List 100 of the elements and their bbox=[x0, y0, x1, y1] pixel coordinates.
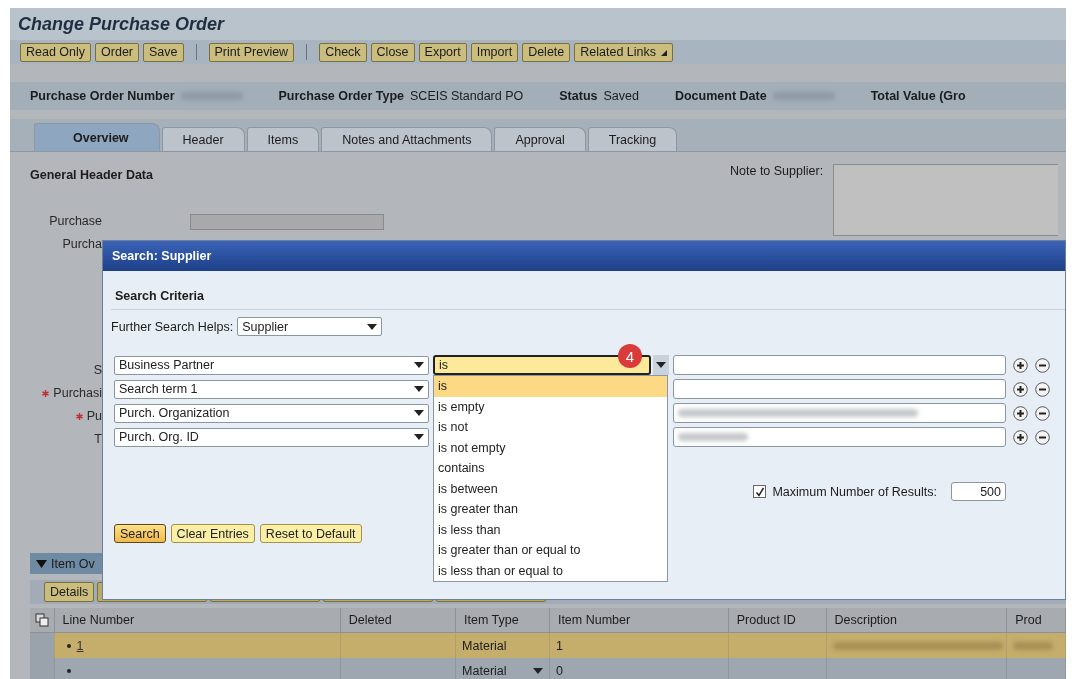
dropdown-option[interactable]: is empty bbox=[434, 396, 667, 417]
tab[interactable]: Overview bbox=[34, 123, 160, 151]
header-label: Status bbox=[559, 89, 598, 103]
tab[interactable]: Header bbox=[161, 127, 245, 151]
tab[interactable]: Approval bbox=[494, 127, 586, 151]
header-value: Saved bbox=[603, 89, 639, 103]
input-field[interactable] bbox=[190, 214, 384, 230]
tab[interactable]: Tracking bbox=[587, 127, 678, 151]
table-cell bbox=[1007, 658, 1066, 679]
toolbar-button[interactable]: Print Preview bbox=[208, 42, 295, 62]
select-all-icon[interactable] bbox=[35, 613, 49, 627]
dropdown-arrow-icon bbox=[414, 386, 424, 392]
dropdown-option[interactable]: contains bbox=[434, 458, 667, 479]
cell-text: Material bbox=[462, 663, 507, 678]
header-label: Document Date bbox=[674, 89, 767, 103]
add-icon[interactable] bbox=[1013, 405, 1028, 421]
remove-icon[interactable] bbox=[1035, 405, 1050, 421]
dialog-button[interactable]: Reset to Default bbox=[259, 524, 362, 543]
dropdown-option[interactable]: is less than or equal to bbox=[434, 560, 667, 581]
dropdown-option[interactable]: is greater than or equal to bbox=[434, 540, 667, 561]
field-label: Pu bbox=[86, 409, 102, 423]
dialog-title: Search: Supplier bbox=[112, 249, 212, 263]
search-help-select[interactable]: Supplier bbox=[237, 317, 383, 336]
note-field[interactable] bbox=[833, 164, 1059, 236]
redacted-value bbox=[1013, 641, 1054, 650]
dropdown-option[interactable]: is between bbox=[434, 478, 667, 499]
redacted-value bbox=[678, 433, 748, 441]
column-header[interactable]: Line Number bbox=[54, 608, 341, 633]
value-field[interactable] bbox=[673, 403, 1006, 423]
toolbar-button[interactable]: Order bbox=[95, 42, 139, 62]
header-label: Purchase Order Type bbox=[278, 89, 404, 103]
cell-text: Material bbox=[462, 638, 507, 653]
dropdown-arrow-icon bbox=[414, 362, 424, 368]
toolbar-button[interactable]: Delete bbox=[522, 42, 571, 62]
remove-icon[interactable] bbox=[1035, 357, 1050, 373]
table-cell: 0 bbox=[550, 658, 729, 679]
caret-icon bbox=[660, 48, 668, 56]
dropdown-option[interactable]: is not empty bbox=[434, 437, 667, 458]
window-title: Change Purchase Order bbox=[18, 13, 225, 35]
field-label: Note to Supplier: bbox=[730, 164, 824, 180]
attribute-select[interactable]: Purch. Org. ID bbox=[114, 427, 429, 447]
dropdown-arrow-icon bbox=[414, 434, 424, 440]
step-badge: 4 bbox=[618, 344, 642, 368]
column-header[interactable]: Deleted bbox=[340, 608, 457, 633]
header-value: SCEIS Standard PO bbox=[410, 89, 524, 103]
header-label: Purchase Order Number bbox=[30, 89, 175, 103]
field-label: Purcha bbox=[62, 237, 102, 251]
column-header[interactable]: Product ID bbox=[728, 608, 827, 633]
section-title: General Header Data bbox=[30, 168, 153, 182]
checkbox[interactable] bbox=[753, 485, 767, 498]
toolbar-button[interactable]: Import bbox=[470, 42, 519, 62]
line-link[interactable]: 1 bbox=[76, 638, 84, 653]
attribute-select[interactable]: Purch. Organization bbox=[114, 403, 429, 423]
remove-icon[interactable] bbox=[1035, 381, 1050, 397]
collapse-icon[interactable] bbox=[36, 559, 47, 568]
add-icon[interactable] bbox=[1013, 381, 1028, 397]
max-results-field[interactable]: 500 bbox=[951, 482, 1006, 501]
column-header[interactable]: Item Type bbox=[456, 608, 550, 633]
field-label: Purchasi bbox=[53, 386, 102, 400]
bullet-icon bbox=[66, 668, 71, 673]
dropdown-option[interactable]: is less than bbox=[434, 519, 667, 540]
field-label: Further Search Helps: bbox=[111, 319, 234, 334]
attribute-select[interactable]: Search term 1 bbox=[114, 379, 429, 399]
checkbox-label: Maximum Number of Results: bbox=[772, 484, 937, 499]
dialog-button[interactable]: Search bbox=[114, 524, 166, 543]
panel-title: Item Ov bbox=[51, 556, 95, 571]
dropdown-arrow-icon bbox=[656, 362, 666, 368]
toolbar-button[interactable]: Export bbox=[418, 42, 467, 62]
section-title: Search Criteria bbox=[115, 289, 204, 303]
dropdown-option[interactable]: is bbox=[434, 376, 667, 397]
add-icon[interactable] bbox=[1013, 429, 1028, 445]
dropdown-arrow-icon bbox=[533, 667, 544, 674]
value-field[interactable] bbox=[673, 355, 1006, 375]
value-field[interactable] bbox=[673, 427, 1006, 447]
toolbar-button[interactable]: Save bbox=[143, 42, 184, 62]
field-label: S bbox=[93, 363, 102, 377]
tab[interactable]: Items bbox=[246, 127, 320, 151]
table-cell: 1 bbox=[550, 633, 729, 658]
field-label: Purchase bbox=[49, 214, 102, 228]
remove-icon[interactable] bbox=[1035, 429, 1050, 445]
add-icon[interactable] bbox=[1013, 357, 1028, 373]
tab[interactable]: Notes and Attachments bbox=[321, 127, 493, 151]
dropdown-option[interactable]: is not bbox=[434, 417, 667, 438]
dropdown-arrow-icon bbox=[367, 323, 378, 330]
dropdown-arrow-icon bbox=[414, 410, 424, 416]
dropdown-button[interactable] bbox=[653, 355, 669, 375]
column-header[interactable]: Prod bbox=[1007, 608, 1066, 633]
toolbar-button[interactable]: Related Links bbox=[574, 42, 674, 62]
toolbar-button[interactable]: Read Only bbox=[20, 42, 92, 62]
header-label: Total Value (Gro bbox=[870, 89, 966, 103]
value-field[interactable] bbox=[673, 379, 1006, 399]
field-label: T bbox=[94, 432, 102, 446]
toolbar-button[interactable]: Details bbox=[44, 582, 95, 602]
dropdown-option[interactable]: is greater than bbox=[434, 499, 667, 520]
attribute-select[interactable]: Business Partner bbox=[114, 355, 429, 375]
column-header[interactable]: Item Number bbox=[549, 608, 729, 633]
toolbar-button[interactable]: Close bbox=[370, 42, 415, 62]
toolbar-button[interactable]: Check bbox=[319, 42, 367, 62]
dialog-button[interactable]: Clear Entries bbox=[170, 524, 255, 543]
column-header[interactable]: Description bbox=[826, 608, 1008, 633]
